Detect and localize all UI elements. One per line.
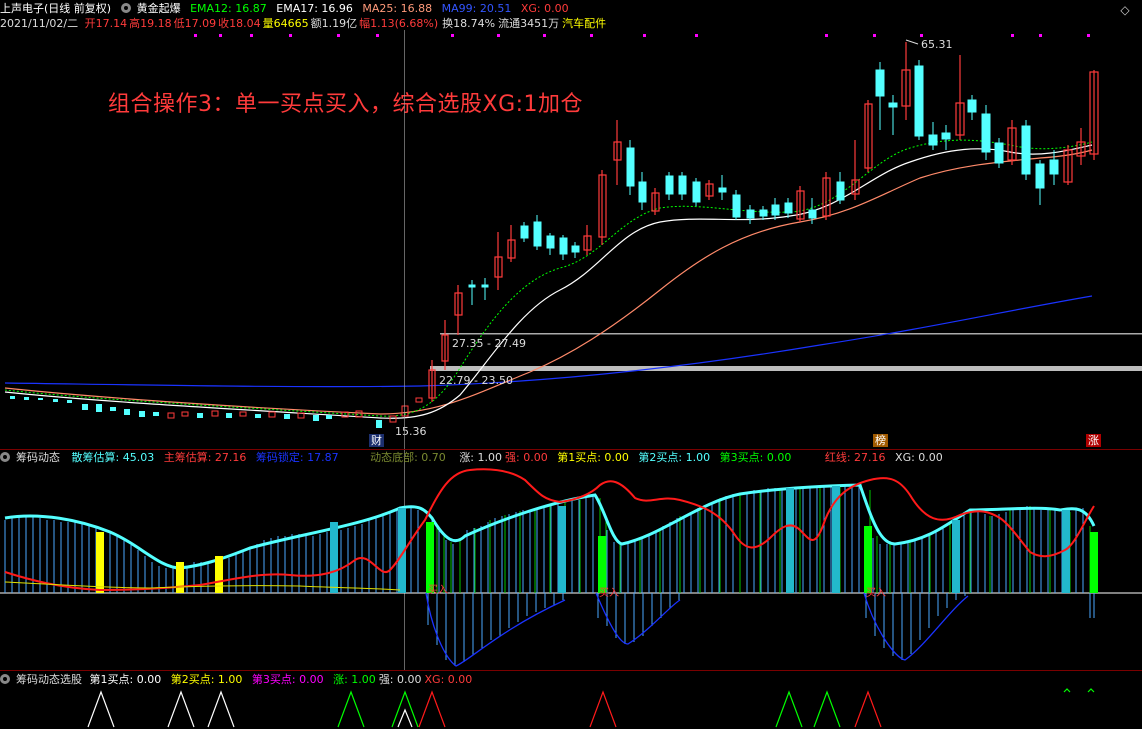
finance-marker[interactable]: 财 xyxy=(369,434,384,447)
chip-dynamics-chart[interactable]: 买入 买入 买入 xyxy=(0,450,1142,670)
lower-bars xyxy=(427,593,1095,666)
support-band-upper xyxy=(440,333,1142,335)
ema17-line xyxy=(4,144,1093,419)
strategy-annotation: 组合操作3：单一买点买入，综合选股XG:1加仓 xyxy=(108,92,584,117)
high-price-pointer xyxy=(905,39,919,45)
range-label-2: 22.79 - 23.50 xyxy=(439,374,513,387)
low-price-label: 15.36 xyxy=(395,425,427,438)
ranking-marker[interactable]: 榜 xyxy=(873,434,888,447)
high-price-label: 65.31 xyxy=(921,38,953,51)
upper-bars xyxy=(4,486,1084,593)
ma99-line xyxy=(4,295,1093,388)
signal-dots-row xyxy=(194,34,1090,37)
ema12-line xyxy=(4,139,1093,417)
buy-label-1: 买入 xyxy=(428,584,448,596)
stock-picker-chart[interactable] xyxy=(0,684,1142,729)
limit-up-marker[interactable]: 涨 xyxy=(1086,434,1101,447)
lower-envelope xyxy=(425,592,969,667)
price-chart[interactable]: 65.31 27.35 - 27.49 22.79 - 23.50 15.36 xyxy=(0,0,1142,450)
ma25-line xyxy=(4,149,1093,415)
range-label-1: 27.35 - 27.49 xyxy=(452,337,526,350)
signal-triangles xyxy=(87,688,1095,728)
panel-separator-2 xyxy=(0,670,1142,671)
buy-label-2: 买入 xyxy=(599,587,619,599)
buy-label-3: 买入 xyxy=(866,587,886,599)
panel3-settings-icon[interactable] xyxy=(0,674,10,684)
